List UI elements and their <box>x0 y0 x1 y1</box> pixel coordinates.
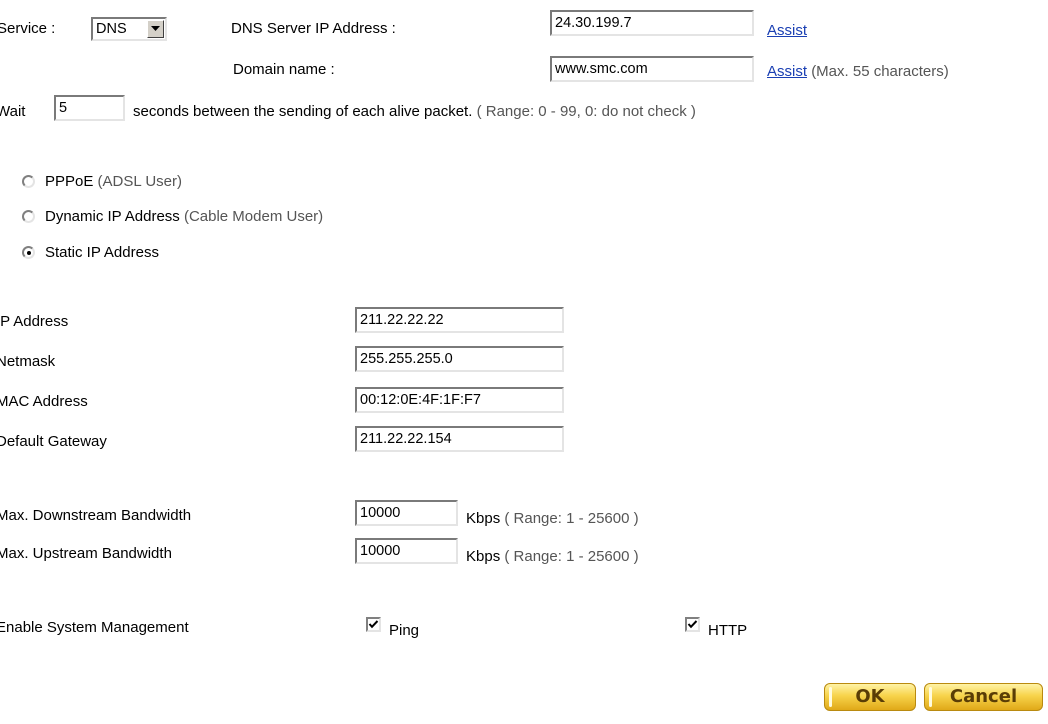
upstream-unit: Kbps <box>466 548 501 565</box>
radio-static-label: Static IP Address <box>45 244 159 261</box>
upstream-label: Max. Upstream Bandwidth <box>0 545 172 562</box>
wait-description: seconds between the sending of each aliv… <box>133 103 696 121</box>
ip-address-label: IP Address <box>0 313 69 330</box>
chevron-down-icon[interactable] <box>147 20 164 38</box>
service-select-value: DNS <box>96 21 127 37</box>
radio-selected-dot <box>26 250 31 255</box>
http-label: HTTP <box>708 622 748 639</box>
dns-assist-link[interactable]: Assist <box>767 22 807 40</box>
upstream-unit-group: Kbps ( Range: 1 - 25600 ) <box>466 548 639 566</box>
wait-hint: ( Range: 0 - 99, 0: do not check ) <box>476 103 696 120</box>
http-checkbox[interactable] <box>685 617 700 632</box>
cancel-button[interactable]: Cancel <box>924 683 1043 711</box>
ok-button[interactable]: OK <box>824 683 916 711</box>
gateway-label: Default Gateway <box>0 433 107 450</box>
wait-input[interactable]: 5 <box>54 95 125 121</box>
ip-address-input[interactable]: 211.22.22.22 <box>355 307 564 333</box>
radio-pppoe[interactable] <box>22 175 35 188</box>
checkmark-icon <box>368 620 379 629</box>
radio-dynamic-ip[interactable] <box>22 210 35 223</box>
wait-label: Wait <box>0 103 26 120</box>
wait-text: seconds between the sending of each aliv… <box>133 103 473 120</box>
radio-pppoe-label: PPPoE <box>45 173 94 190</box>
radio-dynamic-text: Dynamic IP Address (Cable Modem User) <box>45 208 323 226</box>
downstream-unit-group: Kbps ( Range: 1 - 25600 ) <box>466 510 639 528</box>
domain-hint: (Max. 55 characters) <box>811 63 949 80</box>
radio-static-ip[interactable] <box>22 246 35 259</box>
checkmark-icon <box>687 620 698 629</box>
gateway-input[interactable]: 211.22.22.154 <box>355 426 564 452</box>
ping-label: Ping <box>389 622 420 639</box>
downstream-input[interactable]: 10000 <box>355 500 458 526</box>
upstream-input[interactable]: 10000 <box>355 538 458 564</box>
downstream-label: Max. Downstream Bandwidth <box>0 507 192 524</box>
downstream-unit: Kbps <box>466 510 501 527</box>
domain-assist-link[interactable]: Assist <box>767 63 807 80</box>
mac-address-input[interactable]: 00:12:0E:4F:1F:F7 <box>355 387 564 413</box>
radio-dynamic-label: Dynamic IP Address <box>45 208 180 225</box>
downstream-range: ( Range: 1 - 25600 ) <box>504 510 639 527</box>
domain-assist-group: Assist (Max. 55 characters) <box>767 63 949 81</box>
domain-label: Domain name : <box>233 61 335 78</box>
radio-dynamic-hint: (Cable Modem User) <box>183 208 324 225</box>
service-select[interactable]: DNS <box>91 17 167 41</box>
domain-input[interactable]: www.smc.com <box>550 56 754 82</box>
dns-server-input[interactable]: 24.30.199.7 <box>550 10 754 36</box>
ping-checkbox[interactable] <box>366 617 381 632</box>
upstream-range: ( Range: 1 - 25600 ) <box>504 548 639 565</box>
netmask-input[interactable]: 255.255.255.0 <box>355 346 564 372</box>
radio-pppoe-hint: (ADSL User) <box>97 173 183 190</box>
netmask-label: Netmask <box>0 353 56 370</box>
service-label: Service : <box>0 20 56 37</box>
radio-pppoe-text: PPPoE (ADSL User) <box>45 173 182 191</box>
dns-server-label: DNS Server IP Address : <box>231 20 396 37</box>
mac-address-label: MAC Address <box>0 393 88 410</box>
system-management-label: Enable System Management <box>0 619 189 636</box>
